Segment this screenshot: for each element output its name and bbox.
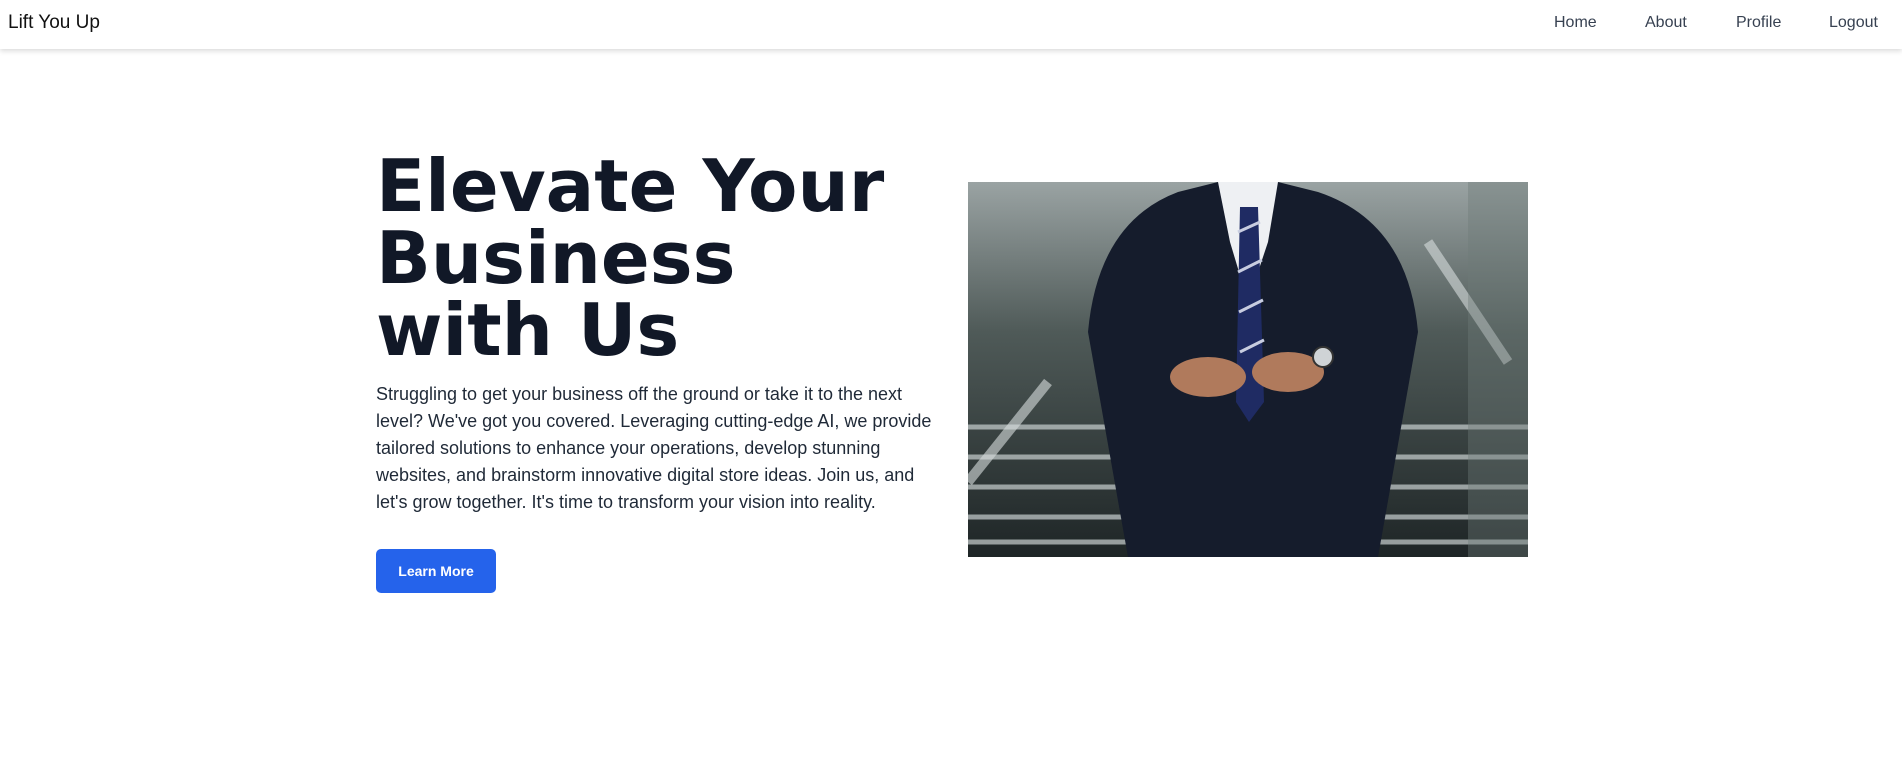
nav-profile[interactable]: Profile (1736, 14, 1781, 32)
nav-about[interactable]: About (1645, 14, 1687, 32)
hero-title: Elevate Your Business with Us (376, 144, 885, 372)
hero-image (968, 182, 1528, 557)
nav-logout[interactable]: Logout (1829, 14, 1878, 32)
navbar: Lift You Up Home About Profile Logout (0, 0, 1902, 49)
brand-logo[interactable]: Lift You Up (8, 12, 100, 34)
learn-more-button[interactable]: Learn More (376, 549, 496, 593)
hero-description: Struggling to get your business off the … (376, 384, 932, 512)
nav-home[interactable]: Home (1554, 14, 1597, 32)
